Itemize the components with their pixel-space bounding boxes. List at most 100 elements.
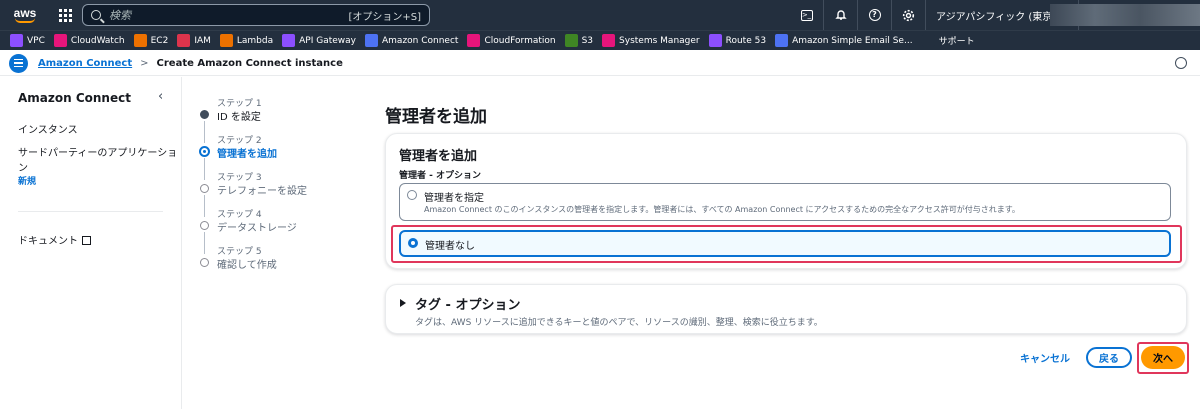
nav-right-group: >_ ? アジアパシフィック (東京) ▾ <box>790 0 1080 30</box>
favorite-vpc[interactable]: VPC <box>10 34 45 47</box>
info-panel-icon[interactable] <box>1175 57 1187 69</box>
favorite-route53[interactable]: Route 53 <box>708 34 767 47</box>
aws-logo[interactable]: aws <box>4 0 46 30</box>
new-badge: 新規 <box>18 177 37 187</box>
back-button[interactable]: 戻る <box>1086 347 1132 368</box>
sidenav-item-label: サードパーティーのアプリケーション <box>18 148 178 174</box>
favorite-label: CloudWatch <box>70 35 125 46</box>
tags-card-desc: タグは、AWS リソースに追加できるキーと値のペアで、リソースの識別、整理、検索… <box>415 318 823 328</box>
sidenav-item-third-party-apps[interactable]: サードパーティーのアプリケーション 新規 <box>18 144 181 187</box>
highlight-no-admin <box>391 225 1182 263</box>
step-indicator-icon <box>200 184 209 193</box>
specify-admin-title: 管理者を指定 <box>424 193 484 204</box>
favorite-label: Systems Manager <box>619 35 700 46</box>
favorite-lambda[interactable]: Lambda <box>219 34 273 47</box>
amazon-connect-icon <box>365 34 378 47</box>
tags-card-title[interactable]: タグ - オプション <box>415 294 520 313</box>
radio-specify-admin[interactable] <box>407 190 417 200</box>
systems-manager-icon <box>602 34 616 47</box>
wizard-step-4: ステップ 4 データストレージ <box>198 207 368 254</box>
notifications-button[interactable] <box>824 0 858 30</box>
favorite-iam[interactable]: IAM <box>177 34 211 47</box>
step-name: テレフォニーを設定 <box>217 186 307 197</box>
specify-admin-option[interactable]: 管理者を指定 Amazon Connect のこのインスタンスの管理者を指定しま… <box>399 183 1171 221</box>
breadcrumb-link-amazon-connect[interactable]: Amazon Connect <box>38 58 132 69</box>
favorite-label: Amazon Connect <box>382 35 459 46</box>
admin-card-title: 管理者を追加 <box>399 149 478 164</box>
admin-field-label: 管理者 - オプション <box>399 171 482 181</box>
wizard-step-1[interactable]: ステップ 1 ID を設定 <box>198 96 368 143</box>
favorite-support[interactable]: サポート <box>921 34 975 47</box>
sidenav-title[interactable]: Amazon Connect <box>18 91 181 105</box>
lambda-icon <box>219 34 233 47</box>
account-menu[interactable] <box>1050 4 1200 26</box>
step-indicator-icon <box>200 258 209 267</box>
favorite-systems-manager[interactable]: Systems Manager <box>602 34 700 47</box>
cloudwatch-icon <box>53 34 67 47</box>
step-indicator-icon <box>200 221 209 230</box>
settings-button[interactable] <box>892 0 926 30</box>
help-icon: ? <box>868 9 881 21</box>
favorite-label: API Gateway <box>299 35 356 46</box>
favorite-label: IAM <box>194 35 211 46</box>
favorite-api-gateway[interactable]: API Gateway <box>282 34 356 47</box>
favorite-label: Route 53 <box>725 35 767 46</box>
step-name: ID を設定 <box>217 112 261 123</box>
favorites-bar: VPC CloudWatch EC2 IAM Lambda API Gateway Amaz… <box>0 30 1200 50</box>
step-indicator-icon <box>200 110 209 119</box>
step-indicator-icon <box>199 146 210 157</box>
search-shortcut: [オプション+S] <box>348 11 421 23</box>
help-button[interactable]: ? <box>858 0 892 30</box>
gear-icon <box>902 9 915 21</box>
sidenav-divider <box>18 211 163 212</box>
menu-toggle-button[interactable] <box>9 53 28 73</box>
sidenav-item-instances[interactable]: インスタンス <box>18 121 181 136</box>
cloudshell-button[interactable]: >_ <box>790 0 824 30</box>
cancel-button[interactable]: キャンセル <box>1020 350 1070 365</box>
cloudshell-icon: >_ <box>800 9 813 21</box>
favorite-label: EC2 <box>150 35 169 46</box>
step-name: データストレージ <box>217 223 297 234</box>
top-navigation: aws 検索 [オプション+S] >_ ? アジアパシフィック (東京) ▾ <box>0 0 1200 30</box>
iam-icon <box>177 34 191 47</box>
favorite-label: Amazon Simple Email Se... <box>792 35 913 46</box>
ec2-icon <box>133 34 147 47</box>
collapse-sidenav-icon[interactable]: ‹ <box>158 89 163 104</box>
vpc-icon <box>10 34 23 47</box>
favorite-amazon-connect[interactable]: Amazon Connect <box>365 34 458 47</box>
favorite-cloudformation[interactable]: CloudFormation <box>467 34 556 47</box>
search-icon <box>91 10 101 20</box>
favorite-ses[interactable]: Amazon Simple Email Se... <box>775 34 913 47</box>
specify-admin-desc: Amazon Connect のこのインスタンスの管理者を指定します。管理者には… <box>424 205 1020 214</box>
breadcrumb-separator: > <box>140 57 149 69</box>
highlight-next-button <box>1137 342 1189 374</box>
favorite-cloudwatch[interactable]: CloudWatch <box>53 34 125 47</box>
favorite-label: サポート <box>938 37 975 47</box>
sidenav-item-documentation[interactable]: ドキュメント <box>18 232 181 247</box>
caret-right-icon[interactable] <box>400 299 406 307</box>
favorite-ec2[interactable]: EC2 <box>133 34 169 47</box>
wizard-step-5: ステップ 5 確認して作成 <box>198 244 368 281</box>
step-name: 管理者を追加 <box>217 149 277 160</box>
side-navigation: Amazon Connect ‹ インスタンス サードパーティーのアプリケーショ… <box>0 77 182 409</box>
search-placeholder: 検索 <box>109 9 131 22</box>
aws-logo-text: aws <box>13 5 37 20</box>
s3-icon <box>564 34 578 47</box>
services-grid-icon[interactable] <box>54 4 76 26</box>
favorite-label: CloudFormation <box>484 35 556 46</box>
breadcrumb: Amazon Connect > Create Amazon Connect i… <box>0 51 1200 76</box>
ses-icon <box>775 34 789 47</box>
aws-smile-icon <box>15 18 35 23</box>
wizard-steps: ステップ 1 ID を設定 ステップ 2 管理者を追加 ステップ 3 テレフォニーを設定ス… <box>198 96 368 281</box>
wizard-step-2: ステップ 2 管理者を追加 <box>198 133 368 180</box>
support-icon <box>921 34 935 47</box>
sidenav-docs-label: ドキュメント <box>18 236 78 247</box>
breadcrumb-current: Create Amazon Connect instance <box>156 57 343 69</box>
search-input[interactable]: 検索 [オプション+S] <box>82 4 430 26</box>
favorite-s3[interactable]: S3 <box>564 34 593 47</box>
page-title: 管理者を追加 <box>385 107 487 127</box>
external-link-icon <box>82 236 91 245</box>
favorite-label: VPC <box>27 35 45 46</box>
api-gateway-icon <box>282 34 296 47</box>
tags-card[interactable]: タグ - オプション タグは、AWS リソースに追加できるキーと値のペアで、リソ… <box>385 284 1187 334</box>
